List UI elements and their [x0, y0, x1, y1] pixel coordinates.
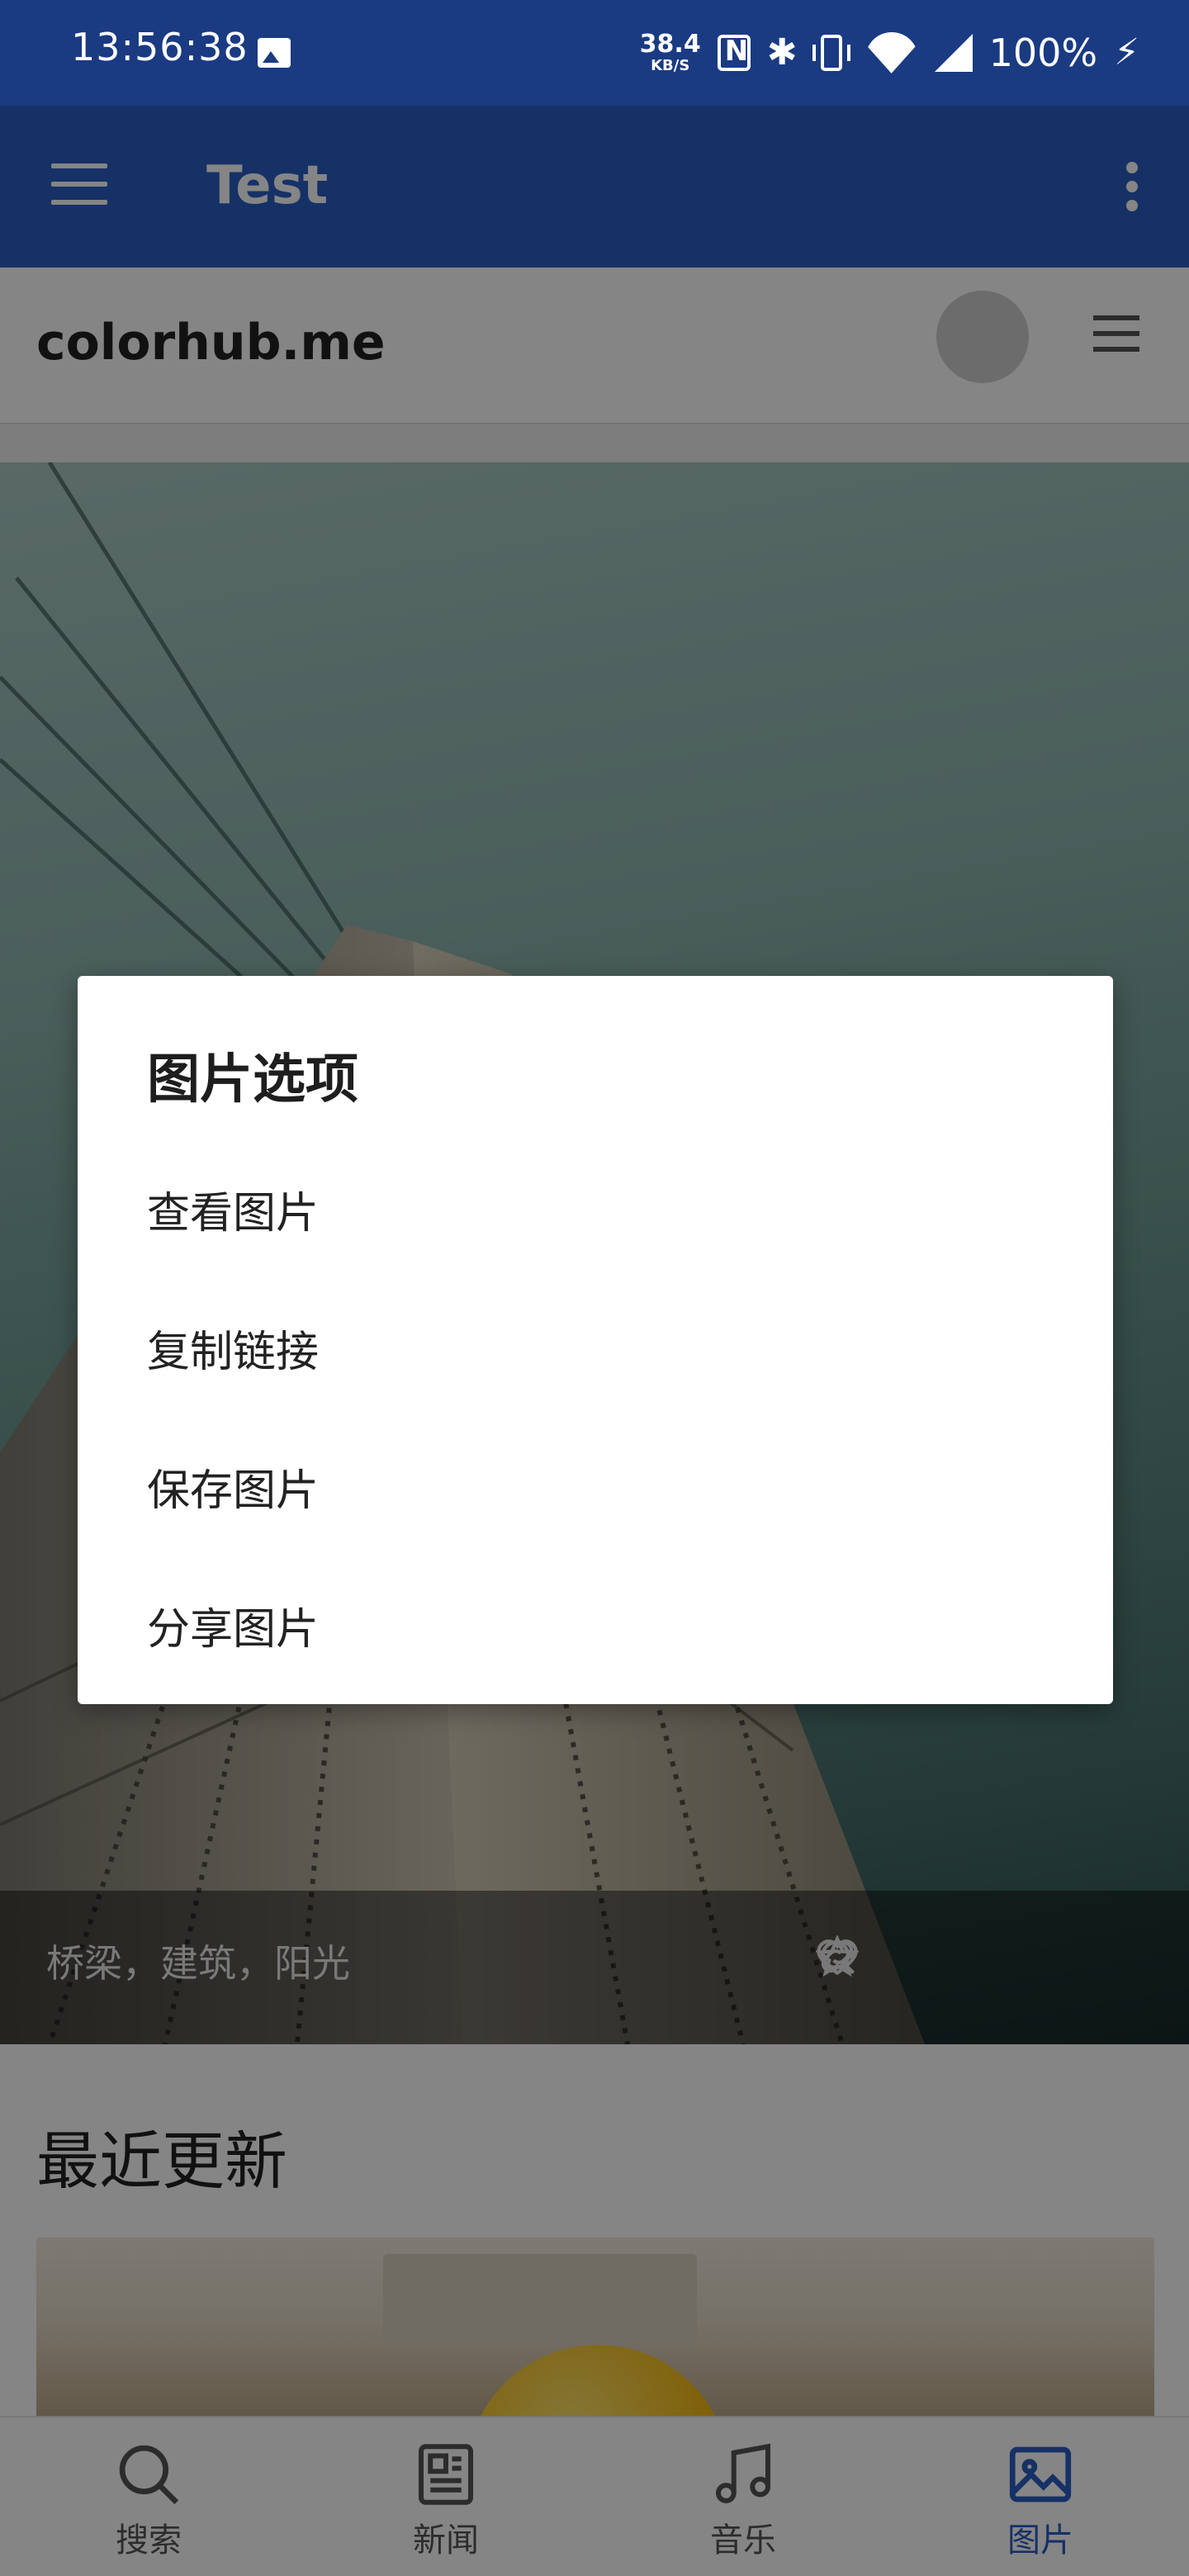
bluetooth-icon: ✱ — [766, 31, 798, 73]
image-options-dialog: 图片选项 查看图片 复制链接 保存图片 分享图片 — [78, 976, 1113, 1704]
battery-percent: 100% — [988, 31, 1098, 75]
nfc-icon — [717, 35, 751, 71]
dialog-item-view-image[interactable]: 查看图片 — [78, 1139, 1113, 1278]
dialog-title: 图片选项 — [147, 1049, 358, 1110]
dialog-item-copy-link[interactable]: 复制链接 — [78, 1278, 1113, 1417]
dialog-item-save-image[interactable]: 保存图片 — [78, 1417, 1113, 1556]
network-speed: 38.4 KB/S — [640, 32, 701, 73]
charging-icon: ⚡ — [1114, 31, 1139, 73]
status-time: 13:56:38 — [71, 25, 249, 69]
network-speed-value: 38.4 — [639, 30, 701, 59]
status-icons: 38.4 KB/S ✱ 100% ⚡ — [640, 23, 1139, 83]
wifi-icon — [865, 32, 918, 73]
cell-signal-icon — [934, 34, 973, 72]
gallery-icon — [258, 38, 291, 68]
dialog-item-share-image[interactable]: 分享图片 — [78, 1556, 1113, 1694]
network-speed-unit: KB/S — [651, 57, 690, 74]
vibrate-icon — [812, 35, 850, 71]
status-bar: 13:56:38 38.4 KB/S ✱ 100% ⚡ — [0, 0, 1189, 106]
